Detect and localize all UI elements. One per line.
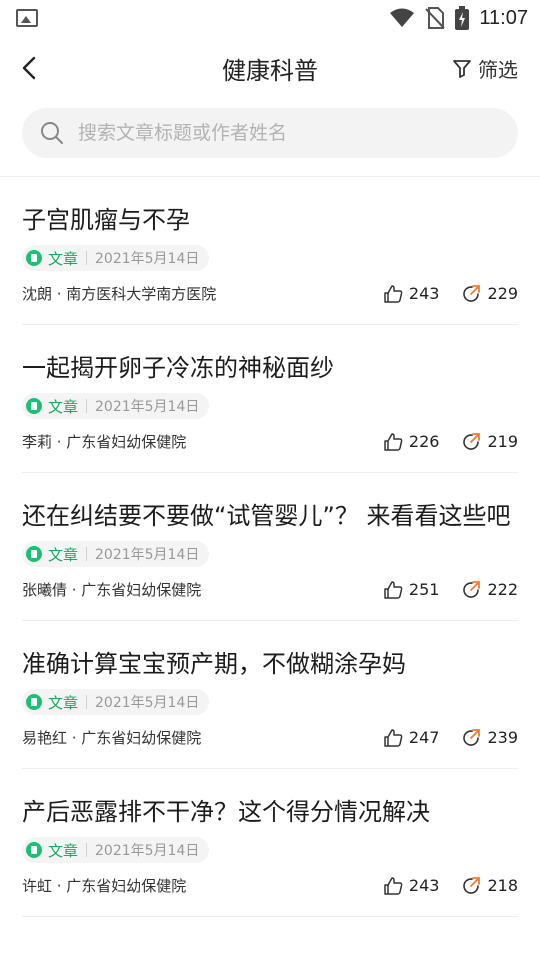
share-button[interactable]: 239 — [461, 728, 518, 748]
tag-separator — [86, 547, 88, 561]
share-count: 239 — [487, 728, 518, 747]
article-type: 文章 — [48, 841, 79, 860]
article-doc-icon — [26, 250, 42, 266]
share-icon — [463, 876, 481, 894]
article-tag: 文章 2021年5月14日 — [22, 245, 210, 271]
article-title[interactable]: 还在纠结要不要做“试管婴儿”？ 来看看这些吧 — [22, 499, 518, 533]
article-stats: 247 239 — [383, 728, 518, 748]
status-time: 11:07 — [479, 6, 528, 29]
article-date: 2021年5月14日 — [95, 547, 200, 563]
status-left — [16, 9, 38, 27]
share-icon — [463, 284, 481, 302]
like-count: 243 — [408, 284, 440, 303]
article-date: 2021年5月14日 — [95, 843, 200, 859]
article-type: 文章 — [48, 249, 79, 268]
article-type: 文章 — [48, 545, 79, 564]
article-meta: 张曦倩 · 广东省妇幼保健院 251 222 — [22, 579, 518, 600]
battery-charging-icon — [455, 6, 470, 30]
share-count: 229 — [487, 284, 518, 303]
share-icon — [463, 580, 481, 598]
nav-bar: 健康科普 筛选 — [0, 36, 540, 100]
article-stats: 251 222 — [383, 580, 518, 600]
share-count: 218 — [487, 876, 518, 895]
article-type: 文章 — [48, 397, 79, 416]
search-input[interactable] — [76, 121, 500, 145]
tag-separator — [86, 399, 88, 413]
search-wrap — [0, 100, 540, 176]
article-doc-icon — [26, 546, 42, 562]
article-date: 2021年5月14日 — [95, 251, 200, 267]
like-count: 251 — [408, 580, 440, 599]
filter-icon — [453, 60, 471, 78]
gallery-notification-icon — [16, 9, 38, 27]
share-button[interactable]: 219 — [461, 432, 518, 452]
article-doc-icon — [26, 398, 42, 414]
article-author: 易艳红 · 广东省妇幼保健院 — [22, 729, 202, 747]
article-title[interactable]: 产后恶露排不干净？这个得分情况解决 — [22, 795, 518, 829]
status-bar: 11:07 — [0, 0, 540, 36]
status-right: 11:07 — [389, 6, 528, 30]
tag-separator — [86, 251, 88, 265]
article-date: 2021年5月14日 — [95, 399, 200, 415]
article-list: 子宫肌瘤与不孕 文章 2021年5月14日 沈朗 · 南方医科大学南方医院 24… — [0, 177, 540, 917]
share-count: 222 — [487, 580, 518, 599]
article-stats: 226 219 — [383, 432, 518, 452]
filter-label: 筛选 — [478, 57, 518, 82]
search-icon — [41, 122, 63, 144]
article-item[interactable]: 子宫肌瘤与不孕 文章 2021年5月14日 沈朗 · 南方医科大学南方医院 24… — [22, 177, 518, 325]
article-meta: 易艳红 · 广东省妇幼保健院 247 239 — [22, 727, 518, 748]
wifi-icon — [390, 8, 415, 27]
article-date: 2021年5月14日 — [95, 695, 200, 711]
share-count: 219 — [487, 432, 518, 451]
article-stats: 243 218 — [383, 876, 518, 896]
like-button[interactable]: 247 — [383, 728, 440, 748]
thumbs-up-icon — [384, 876, 403, 895]
article-title[interactable]: 子宫肌瘤与不孕 — [22, 203, 518, 237]
like-count: 247 — [408, 728, 440, 747]
article-item[interactable]: 还在纠结要不要做“试管婴儿”？ 来看看这些吧 文章 2021年5月14日 张曦倩… — [22, 473, 518, 621]
article-tag: 文章 2021年5月14日 — [22, 393, 210, 419]
article-item[interactable]: 一起揭开卵子冷冻的神秘面纱 文章 2021年5月14日 李莉 · 广东省妇幼保健… — [22, 325, 518, 473]
share-button[interactable]: 222 — [461, 580, 518, 600]
article-doc-icon — [26, 694, 42, 710]
thumbs-up-icon — [384, 728, 403, 747]
share-icon — [463, 728, 481, 746]
article-author: 李莉 · 广东省妇幼保健院 — [22, 433, 187, 451]
thumbs-up-icon — [384, 580, 403, 599]
chevron-left-icon — [22, 56, 36, 80]
article-meta: 许虹 · 广东省妇幼保健院 243 218 — [22, 875, 518, 896]
like-button[interactable]: 243 — [383, 876, 440, 896]
share-button[interactable]: 229 — [461, 284, 518, 304]
back-button[interactable] — [22, 48, 62, 88]
article-doc-icon — [26, 842, 42, 858]
search-bar[interactable] — [22, 108, 518, 158]
like-button[interactable]: 226 — [383, 432, 440, 452]
like-count: 226 — [408, 432, 440, 451]
thumbs-up-icon — [384, 432, 403, 451]
article-tag: 文章 2021年5月14日 — [22, 837, 210, 863]
article-item[interactable]: 准确计算宝宝预产期，不做糊涂孕妈 文章 2021年5月14日 易艳红 · 广东省… — [22, 621, 518, 769]
share-icon — [463, 432, 481, 450]
like-button[interactable]: 251 — [383, 580, 440, 600]
share-button[interactable]: 218 — [461, 876, 518, 896]
article-meta: 李莉 · 广东省妇幼保健院 226 219 — [22, 431, 518, 452]
no-sim-icon — [425, 7, 446, 29]
tag-separator — [86, 695, 88, 709]
tag-separator — [86, 843, 88, 857]
article-item[interactable]: 产后恶露排不干净？这个得分情况解决 文章 2021年5月14日 许虹 · 广东省… — [22, 769, 518, 917]
filter-button[interactable]: 筛选 — [452, 54, 518, 83]
article-title[interactable]: 准确计算宝宝预产期，不做糊涂孕妈 — [22, 647, 518, 681]
like-count: 243 — [408, 876, 440, 895]
article-tag: 文章 2021年5月14日 — [22, 541, 210, 567]
article-author: 张曦倩 · 广东省妇幼保健院 — [22, 581, 202, 599]
like-button[interactable]: 243 — [383, 284, 440, 304]
article-tag: 文章 2021年5月14日 — [22, 689, 210, 715]
article-author: 沈朗 · 南方医科大学南方医院 — [22, 285, 217, 303]
article-title[interactable]: 一起揭开卵子冷冻的神秘面纱 — [22, 351, 518, 385]
article-author: 许虹 · 广东省妇幼保健院 — [22, 877, 187, 895]
article-stats: 243 229 — [383, 284, 518, 304]
thumbs-up-icon — [384, 284, 403, 303]
article-type: 文章 — [48, 693, 79, 712]
article-meta: 沈朗 · 南方医科大学南方医院 243 229 — [22, 283, 518, 304]
